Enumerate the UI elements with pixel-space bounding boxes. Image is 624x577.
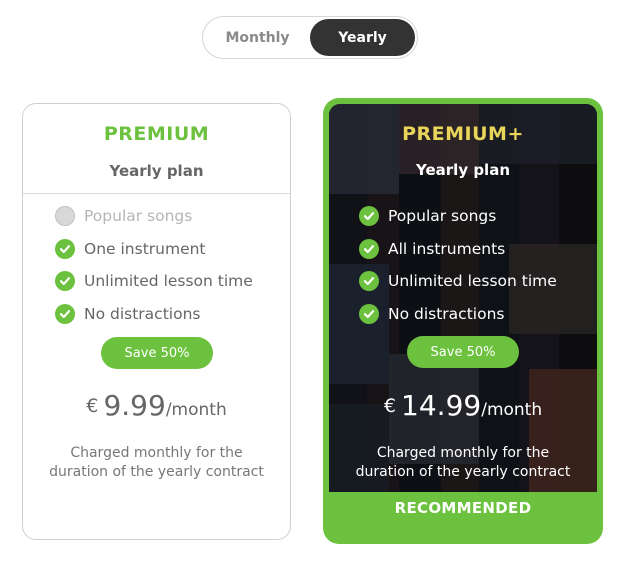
price-period: /month: [165, 400, 227, 420]
feature-label: Unlimited lesson time: [84, 272, 253, 291]
feature-label: Unlimited lesson time: [388, 272, 557, 291]
plan-price: € 14.99/month: [329, 389, 597, 422]
feature-label: No distractions: [84, 304, 201, 323]
card-divider: [23, 193, 290, 194]
plan-card-premium-plus[interactable]: PREMIUM+ Yearly plan Popular songs All i…: [323, 98, 603, 544]
feature-item: No distractions: [359, 298, 557, 331]
plan-card-premium[interactable]: PREMIUM Yearly plan Popular songs One in…: [22, 103, 291, 540]
plan-price: € 9.99/month: [23, 389, 290, 422]
check-circle-icon: [55, 238, 75, 259]
feature-item: One instrument: [55, 233, 253, 266]
billing-note: Charged monthly for the duration of the …: [329, 444, 597, 482]
price-currency: €: [383, 395, 396, 417]
price-period: /month: [481, 400, 543, 420]
billing-note-line: duration of the yearly contract: [49, 464, 264, 480]
check-circle-icon: [55, 271, 75, 292]
feature-item: Unlimited lesson time: [55, 265, 253, 298]
save-badge: Save 50%: [407, 336, 519, 368]
feature-item: Popular songs: [55, 200, 253, 233]
check-circle-icon: [359, 238, 379, 259]
plan-name: PREMIUM+: [402, 123, 524, 145]
feature-item: Unlimited lesson time: [359, 265, 557, 298]
check-circle-icon: [359, 303, 379, 324]
price-currency: €: [86, 395, 99, 417]
plan-subtitle: Yearly plan: [416, 161, 510, 179]
billing-period-toggle[interactable]: Monthly Yearly: [202, 16, 418, 59]
check-circle-icon: [55, 303, 75, 324]
billing-note: Charged monthly for the duration of the …: [23, 444, 290, 482]
billing-note-line: Charged monthly for the: [376, 445, 550, 461]
feature-label: No distractions: [388, 304, 505, 323]
feature-label: Popular songs: [84, 207, 193, 226]
feature-item: Popular songs: [359, 200, 557, 233]
billing-note-line: Charged monthly for the: [70, 445, 243, 461]
check-circle-icon: [359, 271, 379, 292]
save-badge: Save 50%: [101, 337, 213, 369]
feature-label: One instrument: [84, 239, 206, 258]
toggle-yearly[interactable]: Yearly: [310, 19, 415, 56]
price-amount: 9.99: [103, 389, 166, 422]
empty-circle-icon: [55, 206, 75, 227]
feature-item: All instruments: [359, 233, 557, 266]
artist-collage-background: PREMIUM+ Yearly plan Popular songs All i…: [329, 104, 597, 492]
plan-name: PREMIUM: [103, 123, 210, 145]
feature-item: No distractions: [55, 298, 253, 331]
plan-subtitle: Yearly plan: [109, 162, 204, 180]
feature-list: Popular songs All instruments Unlimited …: [359, 200, 557, 330]
toggle-monthly[interactable]: Monthly: [205, 19, 310, 56]
billing-note-line: duration of the yearly contract: [355, 464, 571, 480]
feature-list: Popular songs One instrument Unlimited l…: [55, 200, 253, 330]
feature-label: All instruments: [388, 239, 506, 258]
recommended-label: RECOMMENDED: [394, 499, 532, 517]
check-circle-icon: [359, 206, 379, 227]
feature-label: Popular songs: [388, 207, 497, 226]
price-amount: 14.99: [401, 389, 482, 422]
